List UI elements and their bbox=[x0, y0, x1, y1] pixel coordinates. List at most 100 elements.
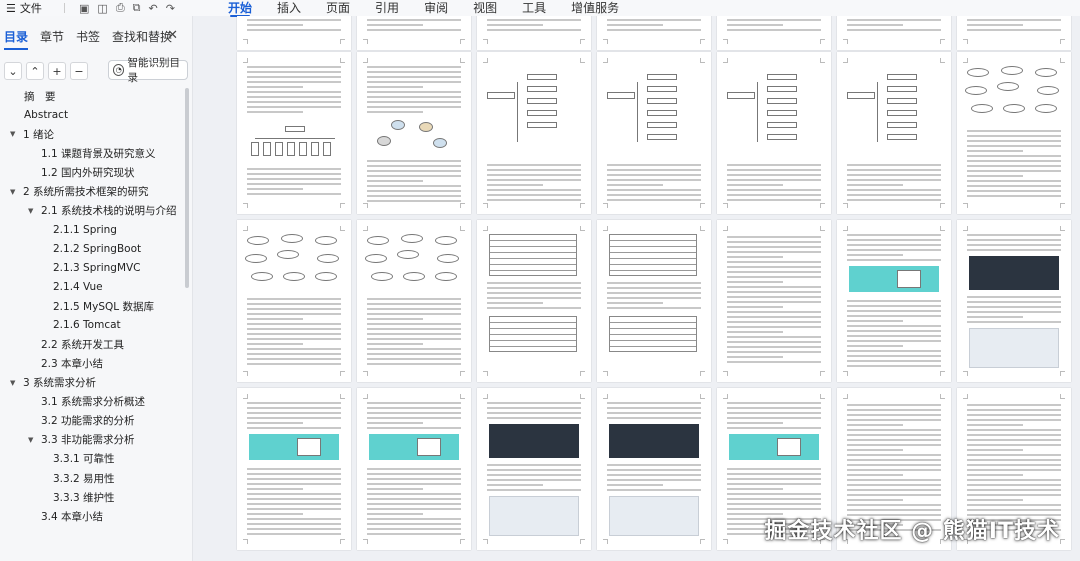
file-menu[interactable]: ☰ 文件 bbox=[0, 0, 56, 16]
document-page-thumbnail[interactable] bbox=[717, 220, 831, 382]
ribbon-tab[interactable]: 引用 bbox=[375, 1, 399, 15]
text-line bbox=[247, 168, 341, 170]
text-line bbox=[247, 473, 341, 475]
nav-tab[interactable]: 书签 bbox=[76, 28, 100, 45]
toc-item[interactable]: ▼ 3.3 非功能需求分析 bbox=[28, 432, 135, 448]
document-page-thumbnail[interactable] bbox=[957, 16, 1071, 50]
text-line bbox=[847, 444, 941, 446]
save-icon[interactable]: ▣ bbox=[79, 2, 89, 15]
toc-item[interactable]: 2.2 系统开发工具 bbox=[41, 336, 124, 352]
text-line bbox=[727, 194, 821, 196]
document-page-thumbnail[interactable] bbox=[957, 52, 1071, 214]
text-line bbox=[727, 261, 821, 263]
print-icon[interactable]: ⎙ bbox=[116, 1, 125, 15]
toc-item[interactable]: 3.3.2 易用性 bbox=[53, 470, 115, 486]
text-line bbox=[607, 464, 701, 466]
search-icon[interactable]: ⌕ bbox=[588, 0, 595, 15]
toc-item[interactable]: 2.1.2 SpringBoot bbox=[53, 241, 141, 257]
document-page-thumbnail[interactable] bbox=[717, 52, 831, 214]
crop-mark bbox=[483, 203, 488, 208]
document-page-thumbnail[interactable] bbox=[237, 16, 351, 50]
chevron-down-icon[interactable]: ▼ bbox=[10, 130, 17, 138]
text-line bbox=[967, 509, 1061, 511]
document-page-thumbnail[interactable] bbox=[597, 52, 711, 214]
document-page-thumbnail[interactable] bbox=[717, 16, 831, 50]
print-preview-icon[interactable]: ◫ bbox=[97, 2, 107, 15]
expand-button[interactable]: ⌃ bbox=[26, 62, 44, 80]
add-heading-button[interactable]: + bbox=[48, 62, 66, 80]
nav-tab[interactable]: 章节 bbox=[40, 28, 64, 45]
chevron-down-icon[interactable]: ▼ bbox=[10, 379, 17, 387]
crop-mark bbox=[723, 226, 728, 231]
document-page-thumbnail[interactable] bbox=[837, 16, 951, 50]
chevron-down-icon[interactable]: ▼ bbox=[28, 207, 35, 215]
copy-format-icon[interactable]: ⧉ bbox=[133, 1, 141, 15]
nav-tab[interactable]: 目录 bbox=[4, 28, 29, 50]
toc-item[interactable]: 3.3.3 维护性 bbox=[53, 489, 115, 505]
document-page-thumbnail[interactable] bbox=[357, 388, 471, 550]
ribbon-tab[interactable]: 视图 bbox=[473, 1, 497, 15]
document-page-thumbnail[interactable] bbox=[957, 220, 1071, 382]
redo-icon[interactable]: ↷ bbox=[166, 2, 175, 15]
document-page-thumbnail[interactable] bbox=[357, 52, 471, 214]
ribbon-tab[interactable]: 审阅 bbox=[424, 1, 448, 15]
ribbon-tab[interactable]: 工具 bbox=[522, 1, 546, 15]
smart-toc-button[interactable]: ◔ 智能识别目录 bbox=[108, 57, 188, 84]
document-page-thumbnail[interactable] bbox=[357, 220, 471, 382]
toc-scrollbar[interactable] bbox=[185, 88, 189, 288]
document-page-thumbnail[interactable] bbox=[477, 16, 591, 50]
text-line bbox=[247, 101, 341, 103]
document-page-thumbnail[interactable] bbox=[477, 388, 591, 550]
toc-item[interactable]: 2.1.3 SpringMVC bbox=[53, 260, 141, 276]
close-icon[interactable]: ✕ bbox=[167, 28, 178, 43]
document-page-thumbnail[interactable] bbox=[597, 220, 711, 382]
text-line bbox=[727, 351, 821, 353]
toc-item[interactable]: ▼ 3 系统需求分析 bbox=[10, 375, 96, 391]
toc-item[interactable]: 3.3.1 可靠性 bbox=[53, 451, 115, 467]
document-page-thumbnail[interactable] bbox=[237, 388, 351, 550]
collapse-button[interactable]: ⌄ bbox=[4, 62, 22, 80]
text-line bbox=[367, 96, 461, 98]
document-page-thumbnail[interactable] bbox=[837, 220, 951, 382]
document-page-thumbnail[interactable] bbox=[837, 52, 951, 214]
nav-tab[interactable]: 查找和替换 bbox=[112, 28, 172, 45]
toc-item[interactable]: Abstract bbox=[24, 107, 68, 123]
document-page-thumbnail[interactable] bbox=[237, 52, 351, 214]
toc-item[interactable]: 3.2 功能需求的分析 bbox=[41, 413, 135, 429]
toc-item[interactable]: 1.2 国内外研究现状 bbox=[41, 164, 135, 180]
ribbon-tab[interactable]: 页面 bbox=[326, 1, 350, 15]
ribbon-tab[interactable]: 插入 bbox=[277, 1, 301, 15]
screenshot bbox=[969, 256, 1059, 290]
toc-item[interactable]: ▼ 2.1 系统技术栈的说明与介绍 bbox=[28, 203, 177, 219]
toc-item[interactable]: 3.1 系统需求分析概述 bbox=[41, 394, 145, 410]
text-line bbox=[487, 164, 581, 166]
text-line bbox=[367, 111, 424, 113]
toc-item[interactable]: 1.1 课题背景及研究意义 bbox=[41, 145, 156, 161]
crop-mark bbox=[820, 226, 825, 231]
document-page-thumbnail[interactable] bbox=[477, 52, 591, 214]
toc-item[interactable]: 2.1.4 Vue bbox=[53, 279, 103, 295]
chevron-down-icon[interactable]: ▼ bbox=[28, 436, 35, 444]
screenshot bbox=[849, 266, 939, 292]
toc-item[interactable]: 2.1.5 MySQL 数据库 bbox=[53, 298, 154, 314]
text-line bbox=[607, 402, 701, 404]
document-page-thumbnail[interactable] bbox=[237, 220, 351, 382]
document-page-thumbnail[interactable] bbox=[597, 16, 711, 50]
document-page-thumbnail[interactable] bbox=[357, 16, 471, 50]
document-page-thumbnail[interactable] bbox=[477, 220, 591, 382]
toc-item[interactable]: 3.4 本章小结 bbox=[41, 508, 103, 524]
toc-item[interactable]: 2.1.6 Tomcat bbox=[53, 317, 121, 333]
ribbon-tab[interactable]: 开始 bbox=[228, 1, 252, 17]
document-page-thumbnail[interactable] bbox=[597, 388, 711, 550]
undo-icon[interactable]: ↶ bbox=[148, 2, 157, 15]
diagram-node bbox=[1037, 86, 1059, 95]
toc-item[interactable]: ▼ 1 绪论 bbox=[10, 126, 54, 142]
toc-item[interactable]: ▼ 2 系统所需技术框架的研究 bbox=[10, 184, 149, 200]
toc-item[interactable]: 2.3 本章小结 bbox=[41, 355, 103, 371]
chevron-down-icon[interactable]: ▼ bbox=[10, 188, 17, 196]
toc-item[interactable]: 2.1.1 Spring bbox=[53, 222, 117, 238]
crop-mark bbox=[603, 226, 608, 231]
toc-item[interactable]: 摘 要 bbox=[24, 88, 56, 104]
ribbon-tab[interactable]: 增值服务 bbox=[571, 1, 619, 15]
remove-heading-button[interactable]: − bbox=[70, 62, 88, 80]
